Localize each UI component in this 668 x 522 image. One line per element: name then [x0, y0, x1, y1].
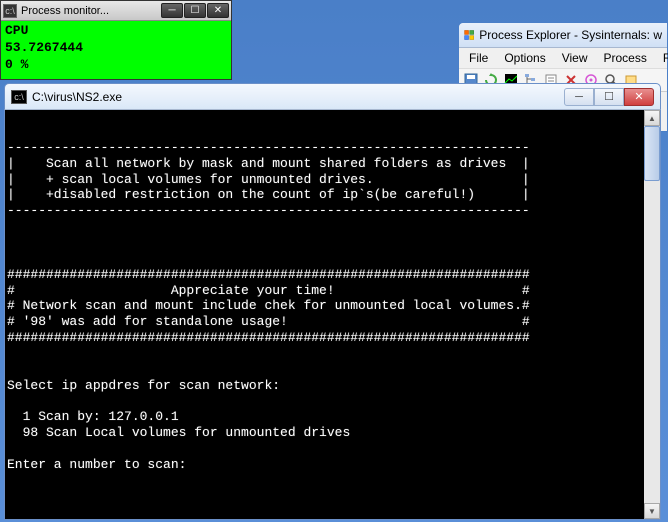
menu-view[interactable]: View	[554, 49, 596, 67]
process-explorer-icon	[464, 27, 474, 43]
terminal-icon: c:\	[3, 4, 17, 18]
maximize-button[interactable]: ☐	[594, 88, 624, 106]
console-output[interactable]: ----------------------------------------…	[5, 110, 644, 519]
maximize-button[interactable]: ☐	[184, 3, 206, 18]
minimize-button[interactable]: ─	[161, 3, 183, 18]
console-body: ----------------------------------------…	[4, 110, 661, 520]
menu-file[interactable]: File	[461, 49, 496, 67]
menu-process[interactable]: Process	[596, 49, 655, 67]
procexp-menubar: File Options View Process Fin	[459, 48, 667, 68]
console-window-controls: ─ ☐ ✕	[564, 88, 654, 106]
close-button[interactable]: ✕	[207, 3, 229, 18]
procexp-title: Process Explorer - Sysinternals: w	[479, 28, 662, 42]
menu-find[interactable]: Fin	[655, 49, 668, 67]
console-window: c:\ C:\virus\NS2.exe ─ ☐ ✕ -------------…	[4, 83, 661, 520]
scrollbar[interactable]: ▲ ▼	[644, 110, 660, 519]
procmon-title: Process monitor...	[21, 5, 161, 17]
cpu-percent: 0 %	[5, 57, 227, 74]
procmon-window-controls: ─ ☐ ✕	[161, 3, 229, 18]
scroll-down-button[interactable]: ▼	[644, 503, 660, 519]
process-monitor-window: c:\ Process monitor... ─ ☐ ✕ CPU 53.7267…	[0, 0, 232, 80]
cpu-label: CPU	[5, 23, 227, 40]
scroll-track[interactable]	[644, 126, 660, 503]
procmon-content: CPU 53.7267444 0 %	[1, 21, 231, 79]
scroll-thumb[interactable]	[644, 126, 660, 181]
console-titlebar[interactable]: c:\ C:\virus\NS2.exe ─ ☐ ✕	[4, 83, 661, 110]
procmon-titlebar[interactable]: c:\ Process monitor... ─ ☐ ✕	[1, 1, 231, 21]
cpu-value: 53.7267444	[5, 40, 227, 57]
cmd-icon: c:\	[11, 90, 27, 104]
procexp-titlebar[interactable]: Process Explorer - Sysinternals: w	[459, 23, 667, 48]
console-title: C:\virus\NS2.exe	[32, 90, 564, 104]
scroll-up-button[interactable]: ▲	[644, 110, 660, 126]
close-button[interactable]: ✕	[624, 88, 654, 106]
minimize-button[interactable]: ─	[564, 88, 594, 106]
menu-options[interactable]: Options	[496, 49, 553, 67]
